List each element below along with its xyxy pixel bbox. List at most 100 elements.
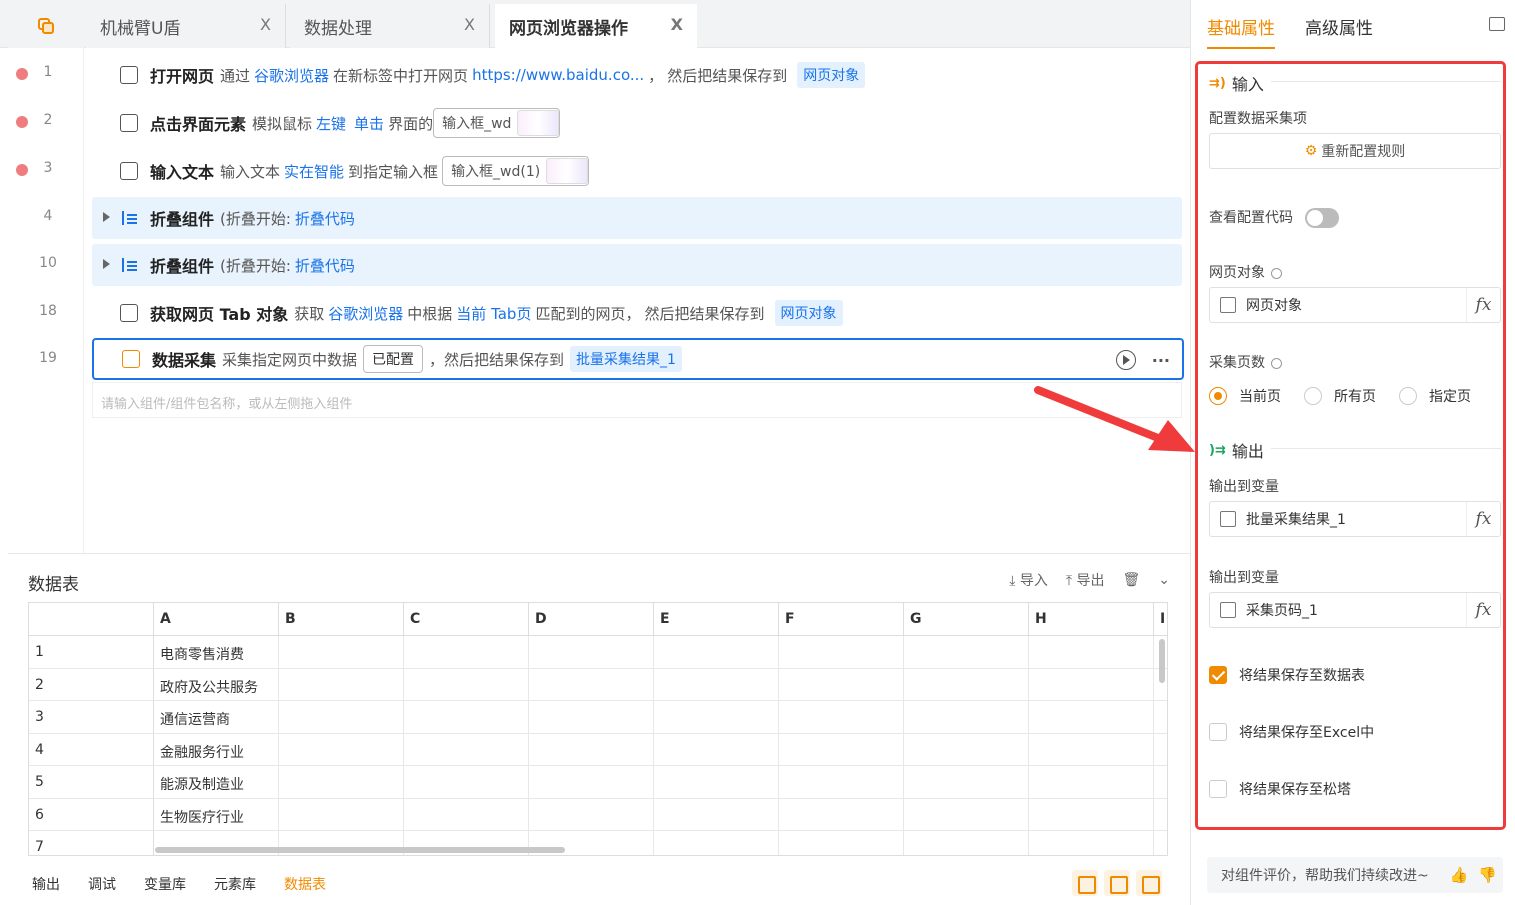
table-cell[interactable] xyxy=(904,636,1029,669)
table-cell[interactable] xyxy=(279,766,404,799)
breakpoint-icon[interactable] xyxy=(16,116,28,128)
feedback-bar[interactable]: 对组件评价，帮助我们持续改进~ 👍 👎 xyxy=(1207,857,1503,893)
line-number[interactable]: 1 xyxy=(8,64,84,84)
column-header[interactable]: F xyxy=(779,603,904,636)
tab-basic-properties[interactable]: 基础属性 xyxy=(1207,14,1275,49)
table-cell[interactable] xyxy=(279,798,404,831)
table-cell[interactable] xyxy=(529,701,654,734)
column-header[interactable]: H xyxy=(1029,603,1154,636)
table-cell[interactable]: 生物医疗行业 xyxy=(154,798,279,831)
tab-web-browser-ops[interactable]: 网页浏览器操作 X xyxy=(495,4,697,48)
table-cell[interactable] xyxy=(779,766,904,799)
column-header[interactable]: G xyxy=(904,603,1029,636)
spreadsheet-grid[interactable]: A B C D E F G H I 1 电商零售消费 2 政府及公共服务 3 通信运营商 4… xyxy=(28,602,1168,856)
horizontal-scrollbar[interactable] xyxy=(155,847,565,853)
expand-arrow-icon[interactable] xyxy=(103,259,110,269)
thumbs-up-icon[interactable]: 👍 xyxy=(1450,866,1469,884)
table-cell[interactable] xyxy=(1154,734,1167,766)
tab-variables[interactable]: 变量库 xyxy=(144,874,186,894)
tab-robot-ushield[interactable]: 机械臂U盾 X xyxy=(86,4,286,48)
vertical-scrollbar[interactable] xyxy=(1159,639,1165,683)
line-number[interactable]: 2 xyxy=(8,112,84,132)
thumbs-down-icon[interactable]: 👎 xyxy=(1478,866,1497,884)
column-header[interactable]: E xyxy=(654,603,779,636)
table-cell[interactable] xyxy=(404,701,529,734)
line-number[interactable]: 18 xyxy=(8,303,84,323)
table-cell[interactable]: 金融服务行业 xyxy=(154,733,279,766)
breakpoint-icon[interactable] xyxy=(16,68,28,80)
table-cell[interactable] xyxy=(904,798,1029,831)
table-cell[interactable] xyxy=(404,733,529,766)
table-cell[interactable] xyxy=(904,733,1029,766)
line-number[interactable]: 10 xyxy=(8,255,84,275)
close-icon[interactable]: X xyxy=(464,15,475,34)
expand-arrow-icon[interactable] xyxy=(103,212,110,222)
output-variable-tag[interactable]: 网页对象 xyxy=(797,62,866,88)
table-cell[interactable] xyxy=(654,701,779,734)
add-component-input[interactable]: 请输入组件/组件包名称，或从左侧拖入组件 xyxy=(92,382,1182,418)
table-cell[interactable] xyxy=(654,831,779,855)
table-cell[interactable] xyxy=(404,668,529,701)
table-cell[interactable] xyxy=(779,701,904,734)
table-cell[interactable] xyxy=(529,798,654,831)
run-step-icon[interactable] xyxy=(1115,350,1136,370)
row-index[interactable]: 2 xyxy=(29,668,154,701)
table-cell[interactable] xyxy=(904,831,1029,855)
table-cell[interactable] xyxy=(779,636,904,669)
table-cell[interactable] xyxy=(279,668,404,701)
layout-left-icon[interactable] xyxy=(1072,870,1098,896)
tab-data-processing[interactable]: 数据处理 X xyxy=(290,4,490,48)
step-input-text[interactable]: 输入文本 输入文本 实在智能 到指定输入框 输入框_wd(1) xyxy=(92,149,1182,193)
delete-icon[interactable]: 🗑 xyxy=(1122,572,1140,588)
table-cell[interactable] xyxy=(1154,831,1167,855)
layout-bottom-icon[interactable] xyxy=(1104,870,1130,896)
browser-link[interactable]: 谷歌浏览器 xyxy=(254,65,329,86)
output-variable-tag[interactable]: 网页对象 xyxy=(774,300,843,326)
table-cell[interactable] xyxy=(1029,668,1154,701)
column-header[interactable]: B xyxy=(279,603,404,636)
table-cell[interactable] xyxy=(779,798,904,831)
table-cell[interactable] xyxy=(904,766,1029,799)
row-index[interactable]: 1 xyxy=(29,636,154,669)
table-cell[interactable] xyxy=(779,668,904,701)
table-cell[interactable] xyxy=(404,766,529,799)
close-icon[interactable]: X xyxy=(671,15,683,34)
row-index[interactable]: 6 xyxy=(29,798,154,831)
collapse-panel-icon[interactable]: ⌄ xyxy=(1158,572,1170,588)
column-header[interactable]: I xyxy=(1154,603,1167,636)
column-header[interactable]: D xyxy=(529,603,654,636)
table-cell[interactable]: 电商零售消费 xyxy=(154,636,279,669)
tab-debug[interactable]: 调试 xyxy=(88,874,116,894)
click-type-link[interactable]: 单击 xyxy=(354,113,384,134)
mouse-button-link[interactable]: 左键 xyxy=(316,113,346,134)
home-tab[interactable] xyxy=(8,4,84,48)
table-cell[interactable] xyxy=(279,701,404,734)
step-click-element[interactable]: 点击界面元素 模拟鼠标 左键 单击 界面的 输入框_wd xyxy=(92,101,1182,145)
row-index[interactable]: 3 xyxy=(29,701,154,734)
close-icon[interactable]: X xyxy=(260,15,271,34)
import-button[interactable]: ⤓ 导入 xyxy=(1009,570,1048,590)
configured-badge[interactable]: 已配置 xyxy=(363,345,424,373)
table-cell[interactable] xyxy=(529,668,654,701)
target-element-chip[interactable]: 输入框_wd(1) xyxy=(442,156,590,186)
tab-match-link[interactable]: 当前 Tab页 xyxy=(456,303,531,324)
step-get-tab-object[interactable]: 获取网页 Tab 对象 获取 谷歌浏览器 中根据 当前 Tab页 匹配到的网页，… xyxy=(92,291,1182,335)
input-text-link[interactable]: 实在智能 xyxy=(284,161,344,182)
table-cell[interactable] xyxy=(779,831,904,855)
table-cell[interactable] xyxy=(904,668,1029,701)
table-cell[interactable]: 能源及制造业 xyxy=(154,766,279,799)
table-cell[interactable] xyxy=(404,798,529,831)
export-button[interactable]: ⤒ 导出 xyxy=(1066,570,1105,590)
table-cell[interactable] xyxy=(654,733,779,766)
line-number[interactable]: 3 xyxy=(8,160,84,180)
step-open-webpage[interactable]: 打开网页 通过 谷歌浏览器 在新标签中打开网页 https://www.baid… xyxy=(92,53,1182,97)
table-cell[interactable]: 通信运营商 xyxy=(154,701,279,734)
tab-output[interactable]: 输出 xyxy=(32,874,60,894)
table-cell[interactable] xyxy=(654,798,779,831)
tab-advanced-properties[interactable]: 高级属性 xyxy=(1305,14,1373,49)
target-element-chip[interactable]: 输入框_wd xyxy=(433,108,561,138)
table-cell[interactable] xyxy=(654,766,779,799)
table-cell[interactable] xyxy=(904,701,1029,734)
row-index[interactable]: 7 xyxy=(29,831,154,855)
table-cell[interactable] xyxy=(1154,701,1167,734)
